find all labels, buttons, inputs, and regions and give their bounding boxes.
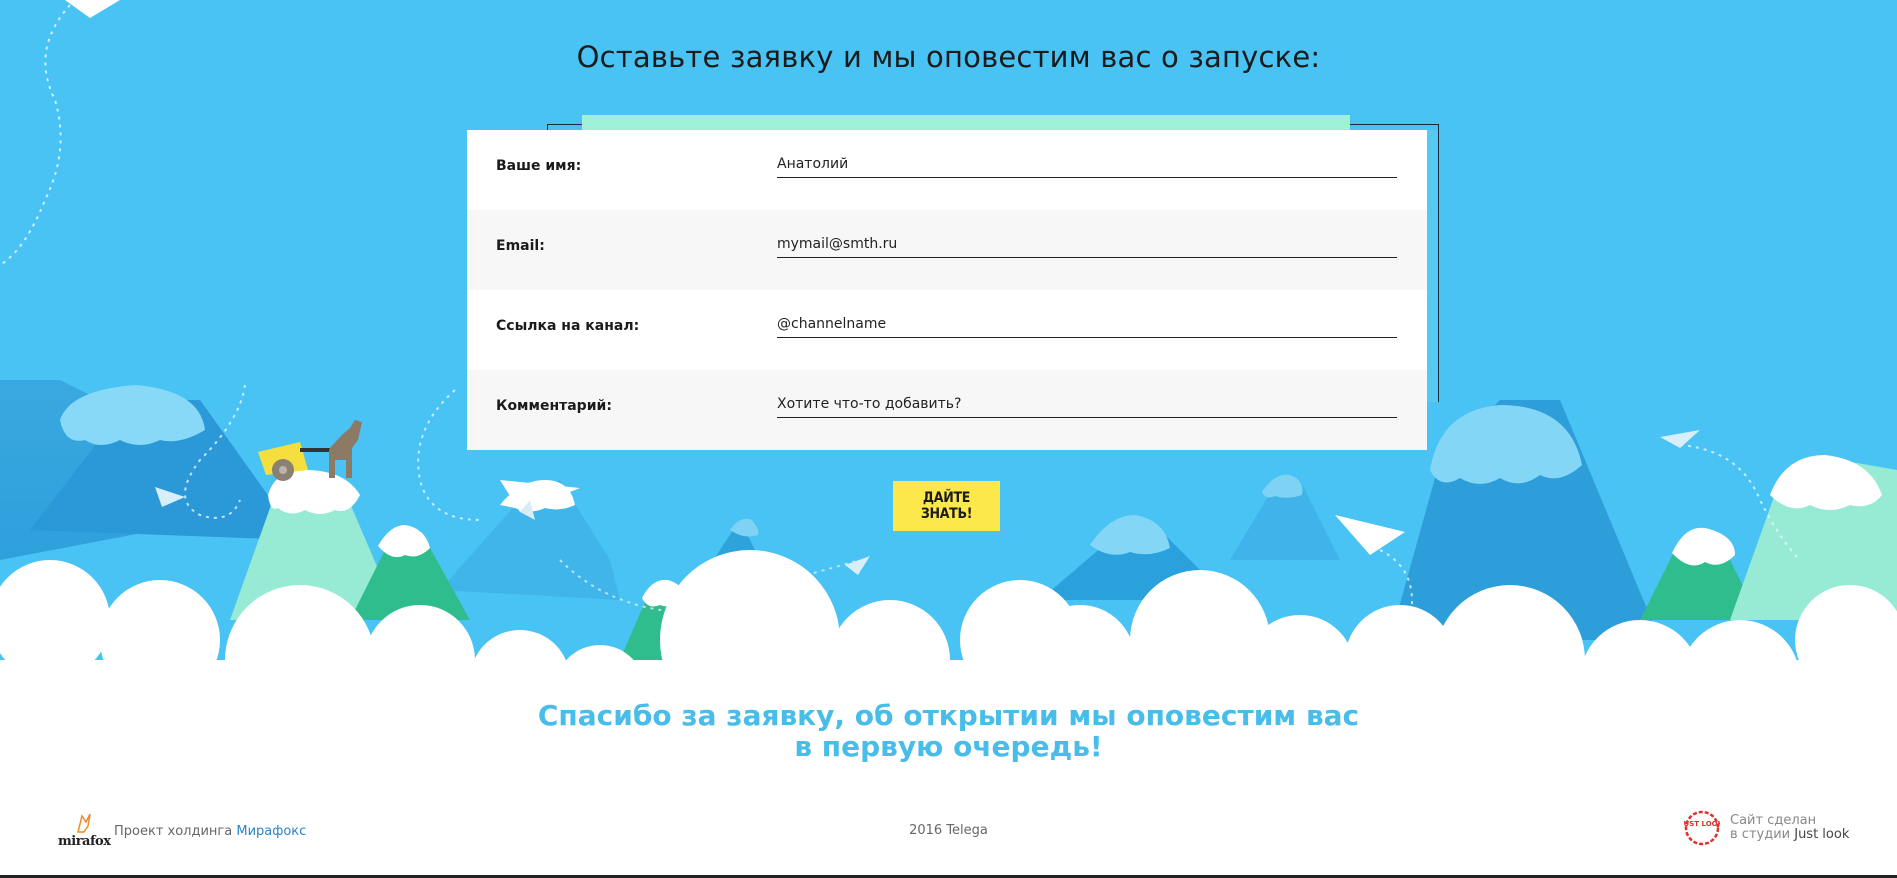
studio-line-2: в студии <box>1730 827 1795 842</box>
channel-input[interactable] <box>777 312 1397 338</box>
comment-input[interactable] <box>777 392 1397 418</box>
submit-button[interactable]: ДАЙТЕ ЗНАТЬ! <box>893 481 1000 531</box>
name-label: Ваше имя: <box>496 158 582 174</box>
footer-studio: JUST LOOK Сайт сделан в студии Just look <box>1684 810 1849 846</box>
badge-text: JUST LOOK <box>1684 820 1720 828</box>
comment-label: Комментарий: <box>496 398 612 414</box>
studio-line-1: Сайт сделан <box>1730 813 1817 828</box>
decorative-stripe <box>582 115 1350 131</box>
email-input[interactable] <box>777 232 1397 258</box>
form-row-name: Ваше имя: <box>467 130 1427 210</box>
page-title: Оставьте заявку и мы оповестим вас о зап… <box>576 40 1321 74</box>
studio-caption: Сайт сделан в студии Just look <box>1730 814 1849 842</box>
thanks-line-1: Спасибо за заявку, об открытии мы оповес… <box>537 699 1360 732</box>
email-label: Email: <box>496 238 545 254</box>
channel-label: Ссылка на канал: <box>496 318 640 334</box>
just-look-badge-icon[interactable]: JUST LOOK <box>1684 810 1720 846</box>
signup-form: Ваше имя: Email: Ссылка на канал: Коммен… <box>467 130 1427 450</box>
form-row-comment: Комментарий: <box>467 370 1427 450</box>
copyright: 2016 Telega <box>909 823 988 838</box>
studio-name-link[interactable]: Just look <box>1794 827 1849 842</box>
form-row-email: Email: <box>467 210 1427 290</box>
name-input[interactable] <box>777 152 1397 178</box>
thanks-message: Спасибо за заявку, об открытии мы оповес… <box>0 700 1897 762</box>
thanks-line-2: в первую очередь! <box>794 730 1103 763</box>
form-row-channel: Ссылка на канал: <box>467 290 1427 370</box>
